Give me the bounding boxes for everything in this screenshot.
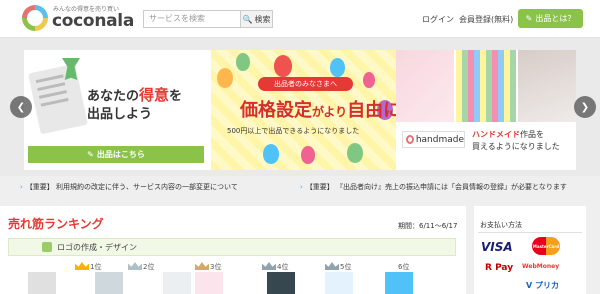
ranking-period: 期間：6/11〜6/17 [398,222,458,230]
handmade-photo [518,50,576,122]
rakuten-pay-logo: R Pay [485,263,514,273]
ranking-item[interactable]: 2位 [128,262,191,294]
chevron-right-icon: › [20,183,23,191]
payment-title: お支払い方法 [480,221,522,229]
handmade-banner-text: ハンドメイド作品を 買えるようになりました [472,130,560,151]
search-button[interactable]: 🔍 検索 [240,10,273,28]
pricing-banner-subtitle: 500円以上で出品できるようになりました [227,127,360,135]
carousel-next-button[interactable]: ❯ [574,96,596,118]
crown-icon [128,262,142,270]
image-icon [42,242,52,252]
ranking-title: 売れ筋ランキング [8,217,104,231]
handmade-photo [456,50,516,122]
balloon-icon [330,58,345,77]
pricing-banner-title: 価格設定がより自由に [240,100,402,121]
thumbnail [163,272,191,294]
post-service-button[interactable]: ✎ 出品はこちら [28,146,204,163]
login-link[interactable]: ログイン [422,14,454,25]
balloon-icon [236,53,250,71]
webmoney-logo: WebMoney [522,263,560,270]
coconala-logo-icon[interactable] [22,5,48,31]
vpreca-logo: V プリカ [526,281,559,290]
search-button-label: 検索 [254,14,271,24]
pencil-icon: ✎ [87,150,94,159]
balloon-icon [217,68,233,88]
thumbnail [385,272,413,294]
crown-icon [75,262,89,270]
search-icon: 🔍 [242,14,253,24]
sellers-notice-pill: 出品者のみなさまへ [258,77,353,91]
ranking-item[interactable]: 5位 [325,262,385,294]
carousel-prev-button[interactable]: ❮ [10,96,32,118]
ranking-category-label: ロゴの作成・デザイン [57,243,137,252]
coconala-c-icon [406,135,414,144]
ranking-item[interactable]: 4位 [262,262,322,294]
thumbnail [28,272,56,294]
thumbnail [267,272,295,294]
brand-name[interactable]: coconala [52,11,134,31]
ranking-item[interactable]: 1位 [75,262,135,294]
visa-logo: VISA [481,240,513,254]
sell-banner-title: あなたの得意を 出品しよう [87,86,183,122]
chevron-right-icon: › [300,183,303,191]
notice-link[interactable]: › 【重要】 『出品者向け』売上の振込申請には「会員情報の登録」が必要となります [300,182,567,192]
handmade-logo: handmade [402,131,465,148]
pencil-icon: ✎ [525,14,533,23]
sell-info-label: 出品とは？ [535,14,576,23]
handmade-photo [396,50,454,122]
balloon-icon [263,144,279,164]
balloon-icon [363,72,375,88]
ranking-item[interactable]: 6位 [385,262,445,294]
crown-icon [325,262,339,270]
thumbnail [325,272,353,294]
thumbnail [95,272,123,294]
ranking-item[interactable]: 3位 [195,262,255,294]
balloon-icon [301,146,315,164]
signup-link[interactable]: 会員登録(無料) [459,14,513,25]
balloon-icon [274,55,292,77]
crown-icon [195,262,209,270]
post-service-label: 出品はこちら [96,150,145,159]
crown-icon [262,262,276,270]
search-input[interactable]: サービスを検索 [143,10,240,28]
thumbnail [195,272,223,294]
sell-info-button[interactable]: ✎ 出品とは？ [518,9,583,28]
mastercard-logo: MasterCard [532,237,560,255]
notice-link[interactable]: › 【重要】 利用規約の改定に伴う、サービス内容の一部変更について [20,182,238,192]
divider [478,232,582,233]
balloon-icon [347,143,363,163]
ranking-item[interactable] [18,262,78,294]
